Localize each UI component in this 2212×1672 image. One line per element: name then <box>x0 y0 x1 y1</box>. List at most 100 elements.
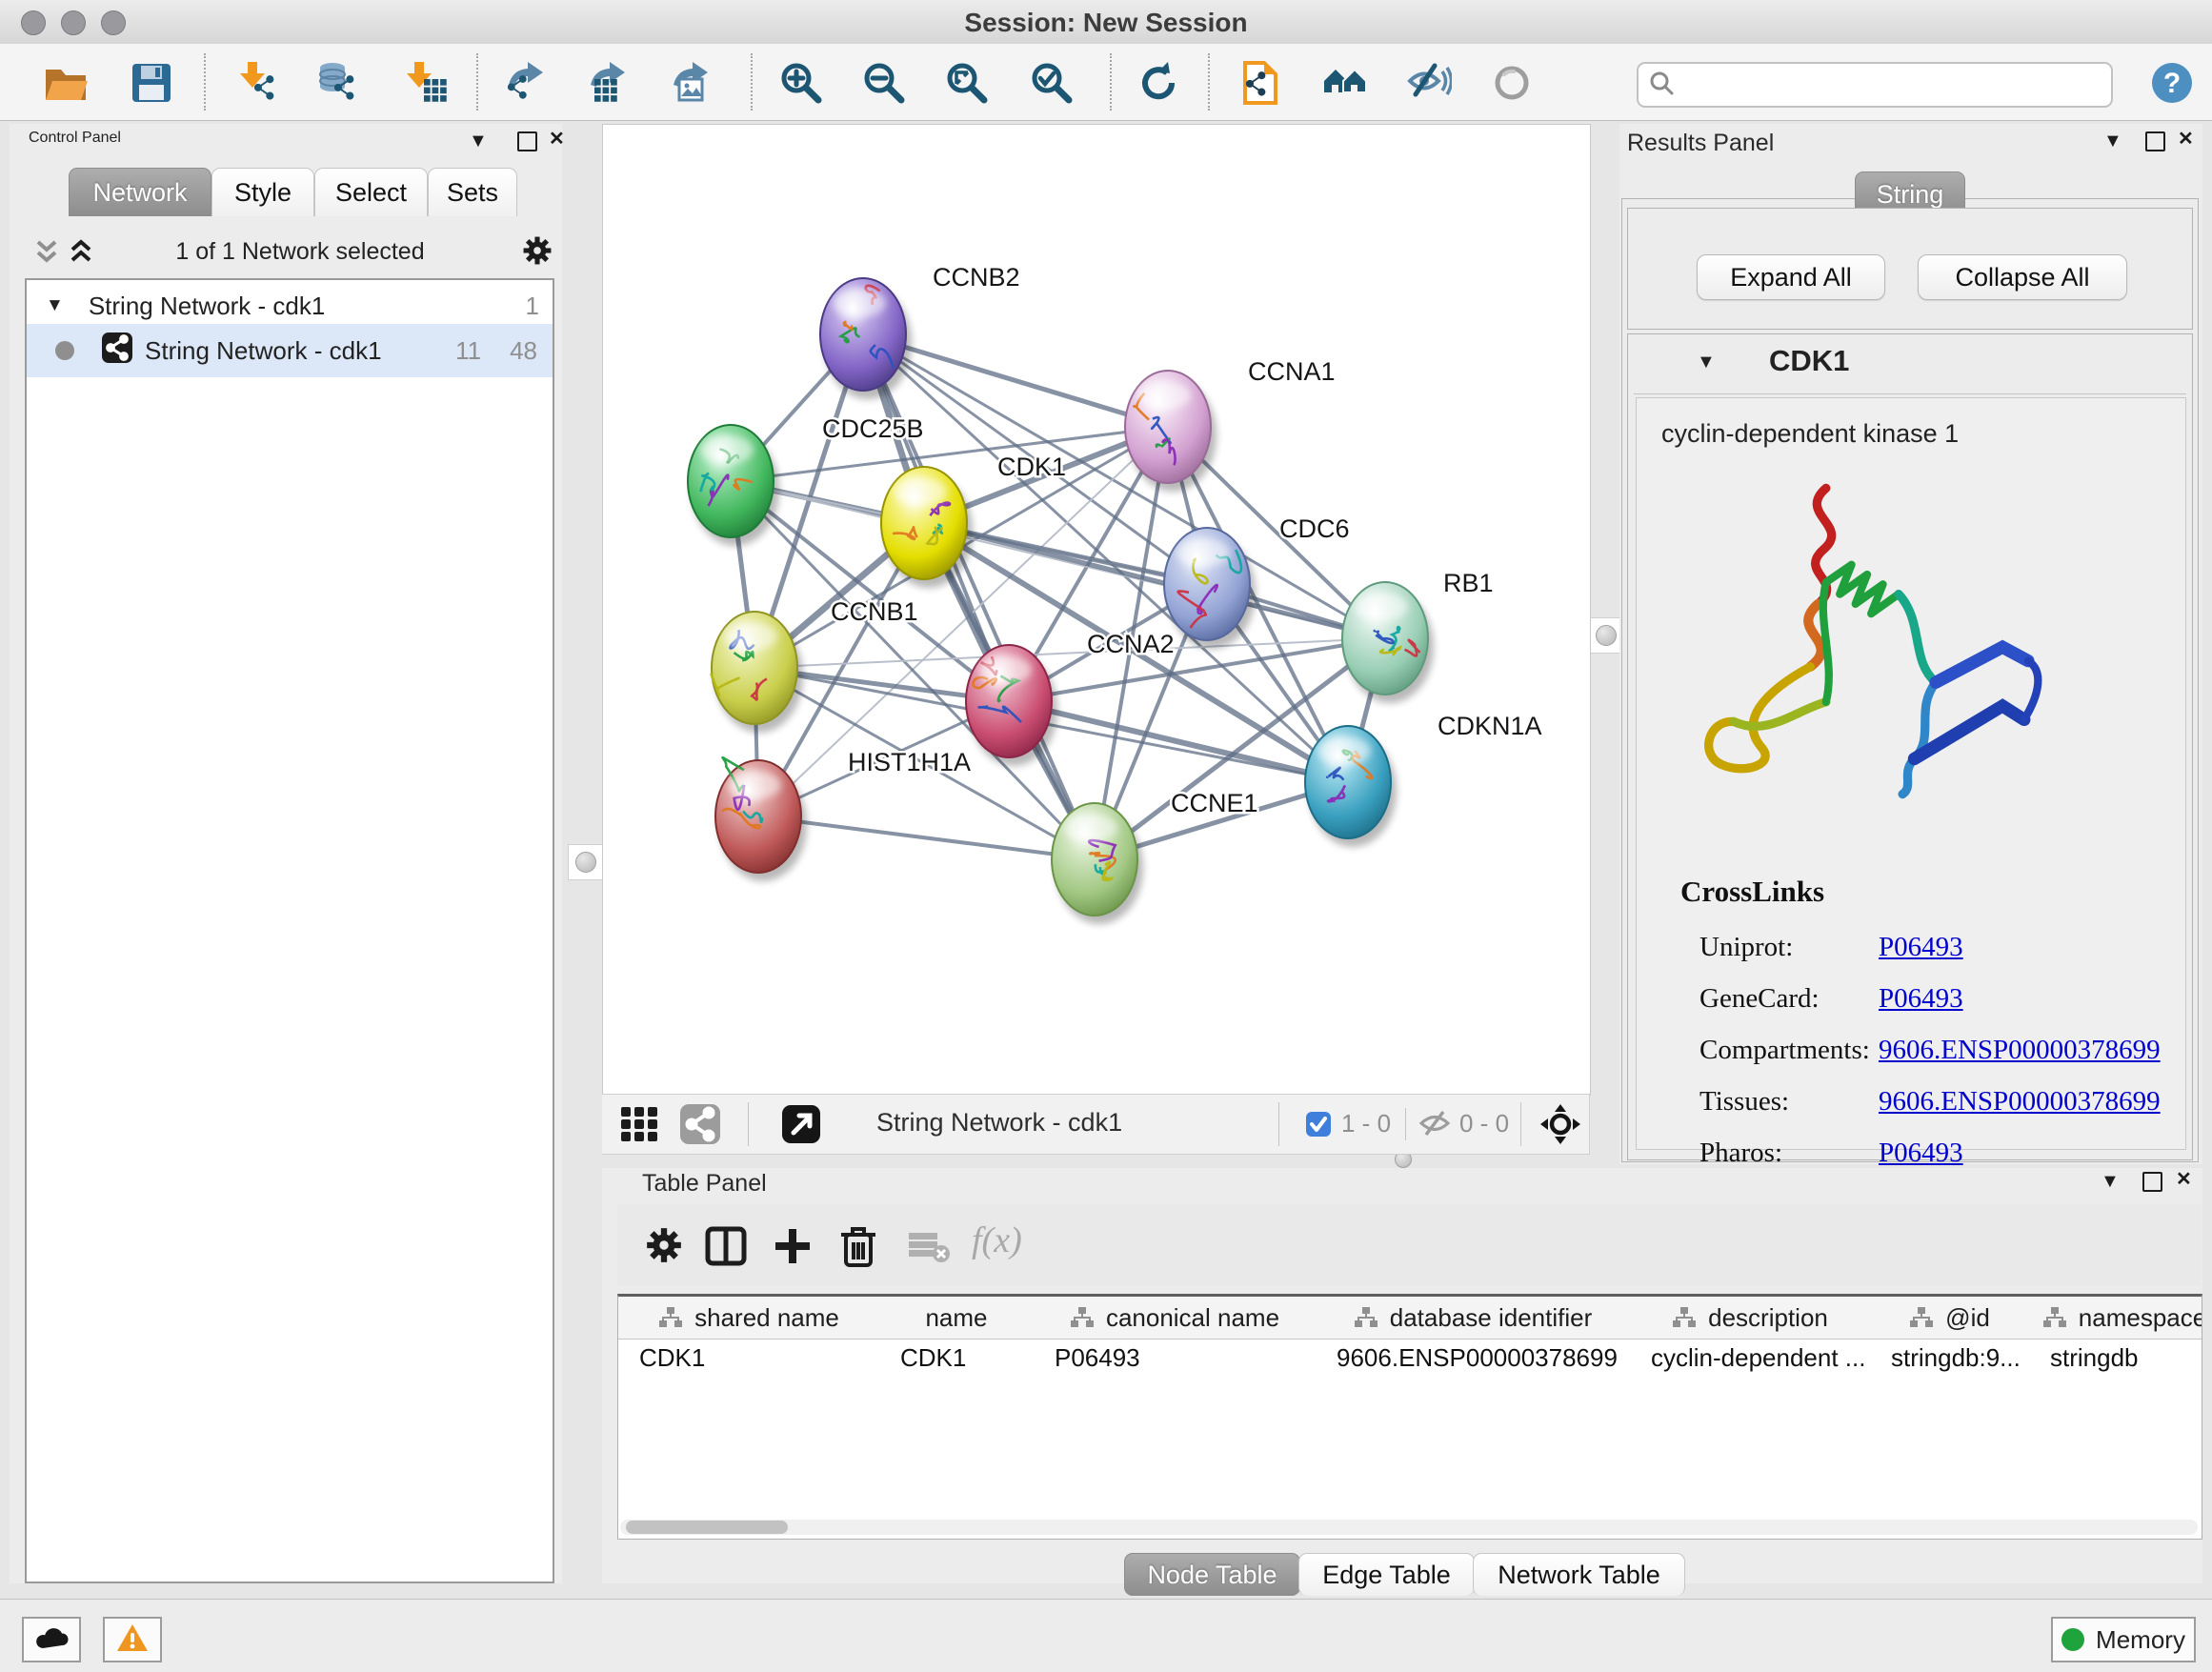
column-header-databaseidentifier[interactable]: database identifier <box>1316 1297 1631 1340</box>
column-header-name[interactable]: name <box>879 1297 1035 1340</box>
network-share-icon[interactable] <box>679 1103 721 1150</box>
gear-icon[interactable] <box>521 234 553 272</box>
network-node[interactable]: RB1 <box>1342 569 1494 703</box>
columns-icon[interactable] <box>705 1225 747 1272</box>
warning-button[interactable] <box>103 1617 162 1662</box>
memory-label: Memory <box>2096 1625 2185 1655</box>
crosslink-value-link[interactable]: P06493 <box>1879 983 1963 1015</box>
crosslink-value-link[interactable]: 9606.ENSP00000378699 <box>1879 1086 2161 1118</box>
selected-checkbox-icon[interactable] <box>1305 1111 1332 1142</box>
search-icon <box>1648 70 1675 101</box>
close-panel-icon[interactable]: ✕ <box>549 130 565 149</box>
string-home-icon[interactable] <box>1322 60 1368 106</box>
share-document-icon[interactable] <box>1237 60 1283 106</box>
collapse-panel-icon[interactable]: ▼ <box>469 131 488 151</box>
search-input[interactable] <box>1684 67 2111 103</box>
crosslink-value-link[interactable]: 9606.ENSP00000378699 <box>1879 1035 2161 1066</box>
import-table-icon[interactable] <box>403 60 449 106</box>
open-session-icon[interactable] <box>43 60 89 106</box>
scrollbar-thumb[interactable] <box>626 1521 788 1534</box>
delete-table-icon[interactable] <box>907 1231 951 1270</box>
table-cell[interactable]: 9606.ENSP00000378699 <box>1316 1339 1630 1377</box>
right-splitter[interactable] <box>1589 617 1623 654</box>
collapse-panel-icon[interactable]: ▼ <box>2103 131 2122 151</box>
table-cell[interactable]: cyclin-dependent ... <box>1630 1339 1870 1377</box>
left-splitter[interactable] <box>568 844 604 880</box>
column-header-canonicalname[interactable]: canonical name <box>1034 1297 1317 1340</box>
zoom-out-icon[interactable] <box>861 60 907 106</box>
collapse-all-button[interactable]: Collapse All <box>1918 254 2127 300</box>
refresh-view-icon[interactable] <box>1136 60 1181 106</box>
column-header-sharedname[interactable]: shared name <box>618 1297 880 1340</box>
table-cell[interactable]: CDK1 <box>879 1339 1034 1377</box>
export-network-icon[interactable] <box>503 60 549 106</box>
collapse-panel-icon[interactable]: ▼ <box>2101 1172 2120 1191</box>
highlight-orb-icon[interactable] <box>1489 60 1535 106</box>
crosslink-value-link[interactable]: P06493 <box>1879 1138 1963 1169</box>
function-builder-icon[interactable]: f(x) <box>972 1219 1022 1261</box>
network-canvas[interactable]: CCNB2CCNA1CDC25BCDK1CDC6RB1CCNB1CCNA2CDK… <box>602 124 1591 1096</box>
zoom-selected-icon[interactable] <box>1029 60 1075 106</box>
network-node[interactable]: CCNA1 <box>1125 357 1336 492</box>
table-cell[interactable]: P06493 <box>1034 1339 1316 1377</box>
open-in-window-icon[interactable] <box>781 1103 821 1150</box>
close-panel-icon[interactable]: ✕ <box>2176 1170 2192 1189</box>
table-cell[interactable]: CDK1 <box>618 1339 879 1377</box>
tab-style[interactable]: Style <box>211 168 314 216</box>
tab-network-table[interactable]: Network Table <box>1473 1553 1685 1596</box>
disclosure-triangle-icon[interactable]: ▼ <box>46 295 64 316</box>
save-session-icon[interactable] <box>129 60 174 106</box>
section-disclosure-icon[interactable]: ▼ <box>1697 352 1716 373</box>
network-node[interactable]: CDK1 <box>881 453 1066 588</box>
network-node[interactable]: CCNE1 <box>1052 789 1258 924</box>
column-header-namespace[interactable]: namespace <box>2029 1297 2202 1340</box>
tab-sets[interactable]: Sets <box>428 168 517 216</box>
table-panel-title: Table Panel <box>642 1170 767 1198</box>
collapse-all-icon[interactable] <box>34 236 59 273</box>
zoom-in-icon[interactable] <box>778 60 824 106</box>
toolbar-separator <box>1110 53 1112 111</box>
import-database-icon[interactable] <box>316 60 362 106</box>
memory-button[interactable]: Memory <box>2051 1617 2196 1662</box>
toolbar-separator <box>476 53 478 111</box>
column-header-id[interactable]: @id <box>1870 1297 2030 1340</box>
tab-node-table[interactable]: Node Table <box>1124 1553 1300 1596</box>
delete-icon[interactable] <box>838 1223 878 1274</box>
import-network-icon[interactable] <box>236 60 282 106</box>
crosslink-value-link[interactable]: P06493 <box>1879 932 1963 963</box>
node-label: CCNB2 <box>933 263 1020 292</box>
toggle-glasses-icon[interactable] <box>1406 60 1452 106</box>
zoom-fit-icon[interactable] <box>944 60 990 106</box>
network-node[interactable]: CCNB2 <box>820 263 1020 399</box>
float-panel-icon[interactable] <box>517 131 537 156</box>
toolbar-separator <box>1208 53 1210 111</box>
help-icon[interactable]: ? <box>2149 60 2195 106</box>
network-node[interactable]: CDC6 <box>1164 514 1350 649</box>
float-panel-icon[interactable] <box>2142 1172 2162 1197</box>
export-image-icon[interactable] <box>668 60 714 106</box>
network-edge[interactable] <box>758 816 1095 859</box>
node-label: CDC6 <box>1279 514 1350 543</box>
cloud-button[interactable] <box>22 1617 81 1662</box>
network-node[interactable]: CDKN1A <box>1305 712 1542 847</box>
tab-network[interactable]: Network <box>69 168 211 216</box>
tab-edge-table[interactable]: Edge Table <box>1298 1553 1475 1596</box>
float-panel-icon[interactable] <box>2145 131 2165 156</box>
export-table-icon[interactable] <box>585 60 631 106</box>
table-cell[interactable]: stringdb <box>2029 1339 2202 1377</box>
network-node[interactable]: HIST1H1A <box>715 748 971 881</box>
close-panel-icon[interactable]: ✕ <box>2178 130 2194 149</box>
column-header-description[interactable]: description <box>1630 1297 1871 1340</box>
horizontal-scrollbar[interactable] <box>620 1520 2198 1535</box>
birds-eye-icon[interactable] <box>1539 1103 1581 1150</box>
expand-all-button[interactable]: Expand All <box>1697 254 1885 300</box>
expand-all-icon[interactable] <box>69 236 93 273</box>
add-icon[interactable] <box>772 1225 814 1272</box>
network-collection-row[interactable]: ▼ String Network - cdk1 1 <box>27 288 553 324</box>
table-cell[interactable]: stringdb:9... <box>1870 1339 2029 1377</box>
hidden-eye-icon[interactable] <box>1418 1107 1452 1144</box>
gear-icon[interactable] <box>644 1225 684 1270</box>
tab-select[interactable]: Select <box>314 168 428 216</box>
grid-view-icon[interactable] <box>619 1105 661 1148</box>
network-row[interactable]: String Network - cdk1 11 48 <box>27 324 553 377</box>
